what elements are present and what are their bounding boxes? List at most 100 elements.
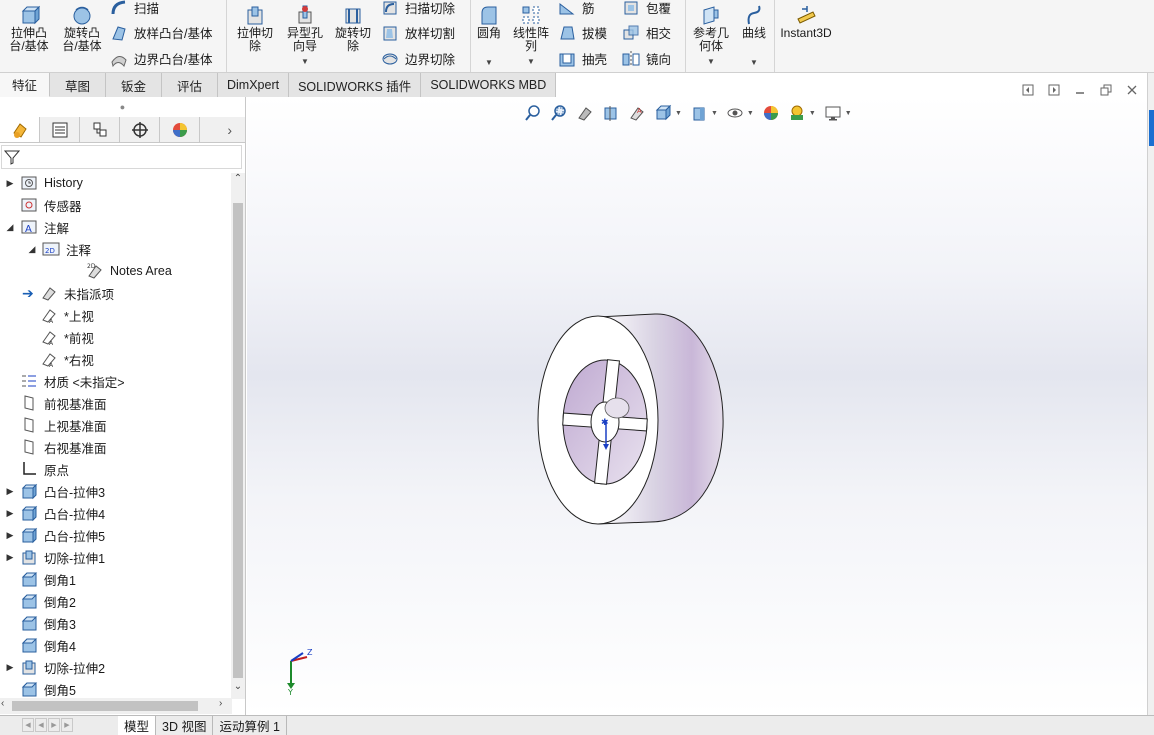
tree-node[interactable]: 原点 bbox=[4, 458, 69, 480]
reference-geometry-button[interactable]: 参考几 何体 ▼ bbox=[688, 4, 734, 68]
hide-show-dropdown[interactable]: ▼ bbox=[747, 110, 754, 117]
tree-node[interactable]: 倒角1 bbox=[4, 568, 76, 590]
more-tabs-chevron[interactable]: › bbox=[200, 117, 238, 142]
apply-scene-dropdown[interactable]: ▼ bbox=[809, 110, 816, 117]
tree-node[interactable]: 材质 <未指定> bbox=[4, 370, 125, 392]
intersect-button[interactable]: 相交 bbox=[622, 23, 671, 42]
scroll-down-arrow[interactable]: ⌄ bbox=[231, 681, 245, 692]
tree-node[interactable]: ◢ 2D 注释 bbox=[26, 238, 91, 260]
tree-horizontal-scrollbar[interactable]: ‹ › bbox=[0, 698, 232, 714]
tree-expander[interactable]: ▶ bbox=[4, 662, 16, 673]
tab-evaluate[interactable]: 评估 bbox=[162, 73, 218, 97]
fillet-button[interactable]: 圆角 ▼ bbox=[473, 4, 505, 69]
reference-geometry-dropdown[interactable]: ▼ bbox=[707, 55, 715, 68]
tree-node[interactable]: ▶ 凸台-拉伸5 bbox=[4, 524, 105, 546]
graphics-area[interactable]: A ▼ ▼ ▼ ▼ ▼ ✱ Z Y bbox=[247, 97, 1147, 715]
tree-expander[interactable]: ▶ bbox=[4, 530, 16, 541]
draft-button[interactable]: 拔模 bbox=[558, 23, 607, 42]
edit-appearance-icon[interactable] bbox=[760, 103, 782, 123]
tree-expander[interactable]: ▶ bbox=[4, 552, 16, 563]
tree-node[interactable]: ▶ 凸台-拉伸3 bbox=[4, 480, 105, 502]
mirror-button[interactable]: 镜向 bbox=[622, 49, 671, 68]
tree-node[interactable]: 倒角2 bbox=[4, 590, 76, 612]
swept-cut-button[interactable]: 扫描切除 bbox=[381, 0, 455, 17]
panel-left-icon[interactable] bbox=[1015, 82, 1041, 98]
curves-button[interactable]: 曲线 ▼ bbox=[738, 4, 770, 69]
view-settings-icon[interactable] bbox=[822, 103, 844, 123]
previous-view-icon[interactable] bbox=[574, 103, 596, 123]
tree-node[interactable]: A *前视 bbox=[24, 326, 94, 348]
task-pane-tab[interactable] bbox=[1149, 110, 1154, 146]
tree-node[interactable]: ▶ History bbox=[4, 172, 83, 194]
tree-node[interactable]: 传感器 bbox=[4, 194, 82, 216]
tab-mbd[interactable]: SOLIDWORKS MBD bbox=[421, 73, 557, 97]
restore-icon[interactable] bbox=[1093, 82, 1119, 98]
minimize-icon[interactable] bbox=[1067, 82, 1093, 98]
shell-button[interactable]: 抽壳 bbox=[558, 49, 607, 68]
tree-node[interactable]: ▶ 切除-拉伸1 bbox=[4, 546, 105, 568]
section-view-icon[interactable] bbox=[600, 103, 622, 123]
tab-3d-views[interactable]: 3D 视图 bbox=[156, 716, 214, 735]
close-icon[interactable] bbox=[1119, 82, 1145, 98]
tab-dimxpert[interactable]: DimXpert bbox=[218, 73, 290, 97]
tree-node[interactable]: ◢ A 注解 bbox=[4, 216, 69, 238]
tree-node[interactable]: 前视基准面 bbox=[4, 392, 107, 414]
next-tab-arrow[interactable]: ▶ bbox=[48, 717, 60, 732]
scroll-thumb[interactable] bbox=[233, 203, 243, 678]
tab-dimxpertmanager[interactable] bbox=[120, 117, 160, 142]
curves-dropdown[interactable]: ▼ bbox=[750, 56, 758, 69]
tree-node[interactable]: A *上视 bbox=[24, 304, 94, 326]
zoom-to-area-icon[interactable] bbox=[548, 103, 570, 123]
tab-model[interactable]: 模型 bbox=[118, 716, 157, 735]
tab-motion-study[interactable]: 运动算例 1 bbox=[213, 716, 287, 735]
tree-filter[interactable] bbox=[1, 145, 242, 169]
tree-node[interactable]: 倒角3 bbox=[4, 612, 76, 634]
hscroll-thumb[interactable] bbox=[12, 701, 198, 711]
linear-pattern-dropdown[interactable]: ▼ bbox=[527, 55, 535, 68]
tree-node[interactable]: 倒角5 bbox=[4, 678, 76, 700]
tab-features[interactable]: 特征 bbox=[0, 73, 50, 97]
display-style-dropdown[interactable]: ▼ bbox=[711, 110, 718, 117]
loft-boss-button[interactable]: 放样凸台/基体 bbox=[110, 23, 212, 42]
tree-node[interactable]: 上视基准面 bbox=[4, 414, 107, 436]
boundary-boss-button[interactable]: 边界凸台/基体 bbox=[110, 49, 212, 68]
extrude-boss-button[interactable]: 拉伸凸 台/基体 bbox=[6, 4, 52, 53]
view-orientation-dropdown[interactable]: ▼ bbox=[675, 110, 682, 117]
tab-sheet-metal[interactable]: 钣金 bbox=[106, 73, 162, 97]
tab-propertymanager[interactable] bbox=[40, 117, 80, 142]
tree-node[interactable]: ▶ 凸台-拉伸4 bbox=[4, 502, 105, 524]
panel-grip[interactable]: ● bbox=[0, 97, 245, 117]
tree-vertical-scrollbar[interactable]: ⌃ ⌄ bbox=[231, 173, 245, 699]
sweep-button[interactable]: 扫描 bbox=[110, 0, 159, 17]
3d-part-model[interactable]: ✱ bbox=[535, 312, 725, 527]
last-tab-arrow[interactable]: ▶ bbox=[61, 717, 73, 732]
tree-node[interactable]: 倒角4 bbox=[4, 634, 76, 656]
tree-expander[interactable]: ▶ bbox=[4, 486, 16, 497]
linear-pattern-button[interactable]: 线性阵 列 ▼ bbox=[510, 4, 552, 68]
tree-node[interactable]: ➔ 未指派项 bbox=[22, 282, 114, 304]
tab-featuremanager[interactable] bbox=[0, 117, 40, 142]
dynamic-annotation-icon[interactable]: A bbox=[626, 103, 648, 123]
prev-tab-arrow[interactable]: ◀ bbox=[35, 717, 47, 732]
tree-node[interactable]: A *右视 bbox=[24, 348, 94, 370]
tree-node[interactable]: 2D Notes Area bbox=[70, 260, 172, 282]
scroll-left-arrow[interactable]: ‹ bbox=[1, 698, 4, 709]
view-settings-dropdown[interactable]: ▼ bbox=[845, 110, 852, 117]
tree-expander[interactable]: ◢ bbox=[26, 244, 38, 255]
zoom-to-fit-icon[interactable] bbox=[522, 103, 544, 123]
rib-button[interactable]: 筋 bbox=[558, 0, 595, 17]
tree-expander[interactable]: ▶ bbox=[4, 508, 16, 519]
revolve-cut-button[interactable]: 旋转切 除 bbox=[330, 4, 376, 53]
tab-displaymanager[interactable] bbox=[160, 117, 200, 142]
apply-scene-icon[interactable] bbox=[786, 103, 808, 123]
hole-wizard-dropdown[interactable]: ▼ bbox=[301, 55, 309, 68]
revolve-boss-button[interactable]: 旋转凸 台/基体 bbox=[58, 4, 106, 53]
tree-expander[interactable]: ◢ bbox=[4, 222, 16, 233]
hole-wizard-button[interactable]: 异型孔 向导 ▼ bbox=[282, 4, 328, 68]
fillet-dropdown[interactable]: ▼ bbox=[485, 56, 493, 69]
tab-sketch[interactable]: 草图 bbox=[50, 73, 106, 97]
scroll-up-arrow[interactable]: ⌃ bbox=[231, 173, 245, 184]
tab-configurationmanager[interactable] bbox=[80, 117, 120, 142]
extrude-cut-button[interactable]: 拉伸切 除 bbox=[232, 4, 278, 53]
task-pane-strip[interactable] bbox=[1147, 73, 1154, 735]
